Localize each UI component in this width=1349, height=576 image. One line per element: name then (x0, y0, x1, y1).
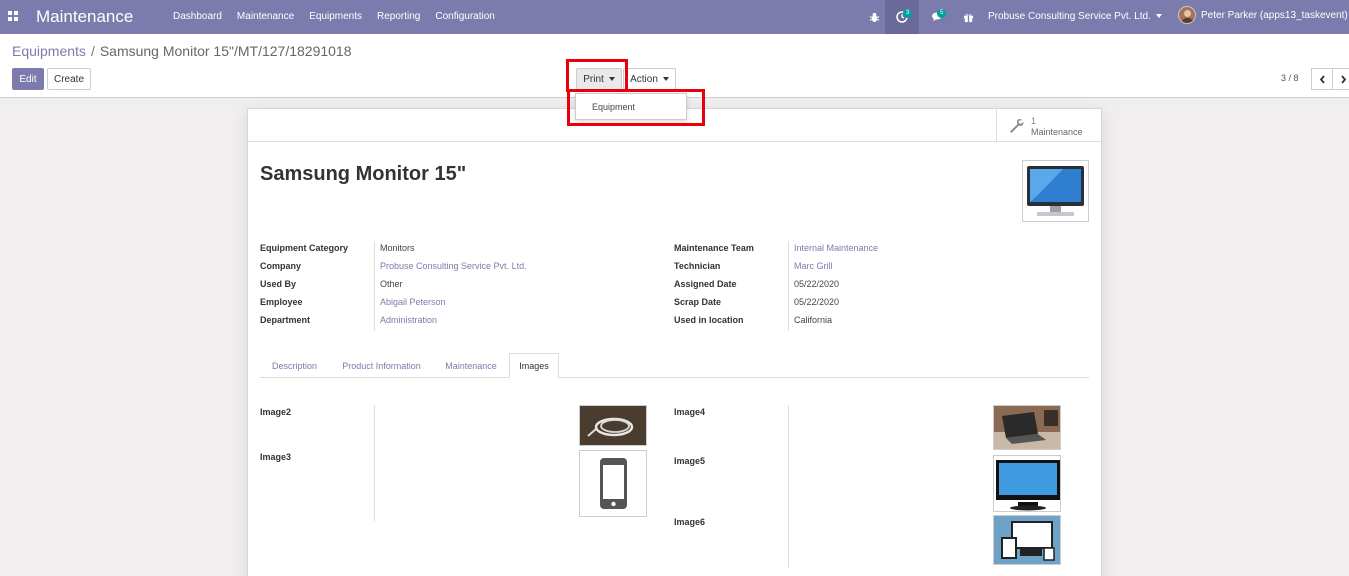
label-company: Company (260, 261, 302, 271)
form-sheet: 1 Maintenance Samsung Monitor 15" Equipm… (247, 108, 1102, 576)
label-used-by: Used By (260, 279, 297, 289)
maintenance-count: 1 (1031, 116, 1037, 126)
menu-configuration[interactable]: Configuration (435, 11, 494, 22)
main-menu: Dashboard Maintenance Equipments Reporti… (173, 11, 510, 22)
pager-next-button[interactable] (1332, 68, 1349, 90)
label-image4: Image4 (674, 407, 706, 417)
image4-thumbnail[interactable] (993, 405, 1061, 450)
label-used-in-location: Used in location (674, 315, 744, 325)
highlight-box (567, 89, 705, 126)
gift-icon[interactable] (960, 0, 976, 34)
label-image3: Image3 (260, 452, 292, 462)
tab-description[interactable]: Description (260, 353, 329, 378)
notebook-tabs: Description Product Information Maintena… (260, 353, 1089, 379)
laptop-desk-icon (994, 406, 1060, 449)
activity-button[interactable]: 3 (885, 0, 919, 34)
chevron-left-icon (1319, 74, 1325, 84)
field-divider (788, 405, 789, 568)
label-scrap-date: Scrap Date (674, 297, 722, 307)
value-maintenance-team[interactable]: Internal Maintenance (794, 243, 878, 253)
menu-equipments[interactable]: Equipments (309, 11, 362, 22)
action-button[interactable]: Action (623, 68, 676, 90)
devices-icon (994, 516, 1060, 564)
cable-icon (580, 406, 646, 445)
action-label: Action (630, 73, 658, 85)
label-image2: Image2 (260, 407, 292, 417)
tab-maintenance[interactable]: Maintenance (434, 353, 508, 378)
image6-thumbnail[interactable] (993, 515, 1061, 565)
field-divider (374, 405, 375, 521)
monitor-icon (996, 460, 1060, 511)
wrench-icon (1010, 118, 1024, 133)
breadcrumb-separator: / (90, 43, 95, 59)
value-department[interactable]: Administration (380, 315, 437, 325)
image2-thumbnail[interactable] (579, 405, 647, 446)
monitor-icon (1027, 166, 1084, 216)
value-equipment-category: Monitors (380, 243, 415, 253)
avatar (1178, 6, 1196, 24)
maintenance-label: Maintenance (1031, 127, 1083, 137)
equipment-image[interactable] (1022, 160, 1089, 222)
tab-images[interactable]: Images (509, 353, 559, 379)
value-company[interactable]: Probuse Consulting Service Pvt. Ltd. (380, 261, 527, 271)
breadcrumb: Equipments / Samsung Monitor 15"/MT/127/18… (12, 43, 352, 59)
activity-badge: 3 (903, 9, 913, 18)
label-image6: Image6 (674, 517, 706, 527)
pager-value: 3 / 8 (1281, 73, 1299, 83)
image5-thumbnail[interactable] (993, 455, 1061, 512)
company-switcher[interactable]: Probuse Consulting Service Pvt. Ltd. (988, 11, 1162, 22)
label-technician: Technician (674, 261, 721, 271)
value-assigned-date: 05/22/2020 (794, 279, 840, 289)
messages-badge: 5 (937, 9, 947, 18)
record-title: Samsung Monitor 15" (260, 163, 467, 185)
chevron-right-icon (1340, 74, 1346, 84)
company-name: Probuse Consulting Service Pvt. Ltd. (988, 11, 1151, 22)
label-assigned-date: Assigned Date (674, 279, 737, 289)
chevron-down-icon (1155, 14, 1162, 19)
tab-product-information[interactable]: Product Information (329, 353, 434, 378)
label-department: Department (260, 315, 311, 325)
field-divider (788, 241, 789, 331)
label-maintenance-team: Maintenance Team (674, 243, 754, 253)
phone-icon (600, 458, 627, 509)
highlight-box (566, 59, 628, 92)
edit-button[interactable]: Edit (12, 68, 44, 90)
user-name: Peter Parker (apps13_taskevent) (1201, 9, 1348, 21)
value-used-by: Other (380, 279, 403, 289)
field-divider (374, 241, 375, 331)
label-equipment-category: Equipment Category (260, 243, 349, 253)
breadcrumb-equipments[interactable]: Equipments (12, 43, 86, 59)
menu-maintenance[interactable]: Maintenance (237, 11, 294, 22)
pager-previous-button[interactable] (1311, 68, 1333, 90)
bug-icon[interactable] (866, 0, 882, 34)
messages-button[interactable]: 5 (924, 0, 952, 34)
menu-reporting[interactable]: Reporting (377, 11, 420, 22)
value-technician[interactable]: Marc Grill (794, 261, 833, 271)
chevron-down-icon (662, 77, 669, 81)
value-scrap-date: 05/22/2020 (794, 297, 840, 307)
maintenance-smart-button[interactable]: 1 Maintenance (996, 109, 1101, 142)
app-title: Maintenance (36, 7, 134, 26)
value-employee[interactable]: Abigail Peterson (380, 297, 446, 307)
apps-menu-icon[interactable] (8, 11, 18, 21)
user-menu[interactable]: Peter Parker (apps13_taskevent) (1178, 6, 1348, 24)
image3-thumbnail[interactable] (579, 450, 647, 517)
label-image5: Image5 (674, 456, 706, 466)
top-navbar: Maintenance Dashboard Maintenance Equipm… (0, 0, 1349, 34)
create-button[interactable]: Create (47, 68, 91, 90)
value-used-in-location: California (794, 315, 833, 325)
menu-dashboard[interactable]: Dashboard (173, 11, 222, 22)
label-employee: Employee (260, 297, 303, 307)
breadcrumb-current: Samsung Monitor 15"/MT/127/18291018 (99, 43, 352, 59)
